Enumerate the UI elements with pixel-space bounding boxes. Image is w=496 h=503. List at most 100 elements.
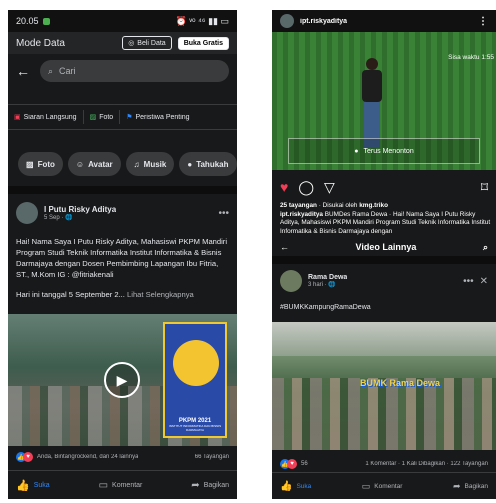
reaction-summary[interactable]: 👍 ♥ 56 1 Komentar · 1 Kali Dibagikan · 1…: [272, 456, 496, 472]
comment-button[interactable]: ▭ Komentar: [99, 480, 143, 491]
post-actions: 👍 Suka ▭ Komentar ➦ Bagikan: [272, 472, 496, 499]
likes-line: 25 tayangan · Disukai oleh kmg.triko: [280, 202, 492, 211]
liked-by-user[interactable]: kmg.triko: [359, 202, 388, 209]
village-sign: BUMK Rama Dewa: [360, 378, 441, 388]
share-button[interactable]: ➦ Bagikan: [453, 481, 488, 492]
avatar[interactable]: [16, 202, 38, 224]
send-icon[interactable]: ▽: [324, 179, 335, 196]
live-icon: ▣: [14, 114, 21, 121]
like-label: Suka: [296, 482, 312, 490]
post-header: I Putu Risky Aditya 5 Sep · 🌐 •••: [8, 196, 237, 230]
thumbs-up-icon: 👍: [16, 479, 30, 492]
pkpm-poster: PKPM 2021 INSTITUT INFORMATIKA DAN BISNI…: [163, 322, 227, 438]
comment-label: Komentar: [374, 482, 403, 490]
ig-actions: ♥ ◯ ▽ ⌑: [272, 174, 496, 200]
avatar[interactable]: [280, 270, 302, 292]
live-button[interactable]: ▣ Siaran Langsung: [14, 113, 77, 122]
mode-data-bar: Mode Data ◎ Beli Data Buka Gratis: [8, 32, 237, 54]
comment-icon: ●: [187, 159, 193, 169]
ig-avatar[interactable]: [280, 14, 294, 28]
search-placeholder: Cari: [59, 66, 76, 76]
more-options-icon[interactable]: ⋮: [478, 16, 488, 27]
post-video[interactable]: PKPM 2021 INSTITUT INFORMATIKA DAN BISNI…: [8, 314, 237, 446]
play-small-icon: ●: [354, 147, 359, 155]
photo-button[interactable]: ▨ Foto: [90, 113, 114, 122]
love-reaction-icon: ♥: [287, 459, 297, 469]
comment-label: Komentar: [112, 481, 143, 489]
like-button[interactable]: 👍 Suka: [16, 479, 50, 492]
life-event-label: Peristiwa Penting: [135, 113, 190, 121]
photo-label: Foto: [99, 113, 114, 121]
remaining-time: Sisa waktu 1:55: [448, 54, 494, 61]
close-icon[interactable]: ✕: [480, 276, 488, 287]
mode-data-title: Mode Data: [16, 37, 65, 49]
data-icon: ◎: [128, 40, 135, 47]
chip-did-you-know-label: Tahukah: [196, 159, 229, 169]
back-arrow-icon[interactable]: ←: [280, 242, 289, 252]
see-more-link[interactable]: Lihat Selengkapnya: [127, 290, 194, 299]
composer-bar: ▣ Siaran Langsung ▨ Foto ⚑ Peristiwa Pen…: [8, 104, 237, 130]
share-icon: ➦: [191, 479, 200, 491]
status-indicators: ⏰ ᵛᵒ ⁴⁶ ▮▮ ▭: [175, 15, 229, 26]
post-text-2-wrap: Hari ini tanggal 5 September 2... Lihat …: [16, 289, 231, 300]
share-button[interactable]: ➦ Bagikan: [191, 480, 229, 491]
search-row: ← ⌕ Cari: [8, 54, 237, 88]
share-label: Bagikan: [464, 482, 489, 490]
comment-icon: ▭: [361, 480, 371, 491]
continue-watching-button[interactable]: ● Terus Menonton: [288, 138, 480, 164]
bookmark-icon[interactable]: ⌑: [481, 179, 488, 196]
like-label: Suka: [33, 481, 50, 489]
post-meta: 5 Sep · 🌐: [44, 215, 73, 221]
person-torso: [362, 70, 382, 102]
more-options-icon[interactable]: •••: [218, 208, 229, 219]
search-input[interactable]: ⌕ Cari: [40, 60, 229, 82]
more-options-icon[interactable]: •••: [463, 276, 474, 287]
buy-data-label: Beli Data: [137, 39, 166, 47]
search-icon: ⌕: [48, 65, 54, 76]
feed-divider: [8, 186, 237, 194]
music-icon: ♫: [133, 159, 140, 169]
chip-avatar[interactable]: ☺ Avatar: [67, 152, 121, 176]
divider: [82, 110, 84, 124]
post-header: Rama Dewa 3 hari · 🌐 ••• ✕: [272, 264, 496, 298]
post-video[interactable]: BUMK Rama Dewa: [272, 322, 496, 450]
post-hashtag[interactable]: #BUMKKampungRamaDewa: [280, 304, 371, 311]
avatar-icon: ☺: [75, 159, 85, 169]
chip-photo[interactable]: ▨ Foto: [18, 152, 63, 176]
like-button[interactable]: 👍 Suka: [280, 481, 311, 492]
back-arrow-icon[interactable]: ←: [16, 63, 30, 79]
liked-by-prefix: · Disukai oleh: [316, 202, 360, 209]
ig-username[interactable]: ipt.riskyaditya: [300, 18, 347, 25]
caption-user[interactable]: ipt.riskyaditya: [280, 211, 323, 218]
person-painting: [358, 58, 386, 148]
sky: [272, 322, 496, 356]
ig-header: ipt.riskyaditya ⋮: [272, 10, 496, 32]
chip-photo-label: Foto: [37, 159, 55, 169]
buy-data-button[interactable]: ◎ Beli Data: [122, 36, 172, 50]
heart-icon[interactable]: ♥: [280, 179, 288, 195]
chip-avatar-label: Avatar: [88, 159, 113, 169]
search-icon[interactable]: ⌕: [483, 242, 488, 253]
life-event-button[interactable]: ⚑ Peristiwa Penting: [126, 113, 190, 122]
chip-row: ▨ Foto ☺ Avatar ♫ Musik ● Tahukah: [8, 144, 237, 184]
more-videos-title: Video Lainnya: [355, 242, 417, 252]
reaction-count: 56: [301, 461, 308, 467]
caption-line: ipt.riskyaditya BUMDes Rama Dewa · Hai! …: [280, 211, 492, 237]
post-author[interactable]: Rama Dewa: [308, 274, 347, 281]
reaction-names: Anda, Bintangrockend, dan 24 lainnya: [37, 454, 139, 460]
chip-did-you-know[interactable]: ● Tahukah: [179, 152, 237, 176]
comment-icon: ▭: [98, 479, 109, 491]
open-free-button[interactable]: Buka Gratis: [177, 36, 229, 50]
person-head: [366, 58, 378, 70]
post-meta: 3 hari · 🌐: [308, 282, 336, 288]
play-icon[interactable]: ▶: [104, 362, 140, 398]
reaction-summary[interactable]: 👍 ♥ Anda, Bintangrockend, dan 24 lainnya…: [8, 446, 237, 468]
notification-icon: [42, 17, 50, 25]
post-author[interactable]: I Putu Risky Aditya: [44, 205, 116, 214]
comment-icon[interactable]: ◯: [298, 179, 314, 196]
comment-button[interactable]: ▭ Komentar: [362, 481, 403, 492]
post-body: Hai! Nama Saya I Putu Risky Aditya, Maha…: [16, 236, 231, 309]
poster-emblem: [173, 340, 219, 386]
feed-divider: [272, 256, 496, 264]
chip-music[interactable]: ♫ Musik: [125, 152, 175, 176]
